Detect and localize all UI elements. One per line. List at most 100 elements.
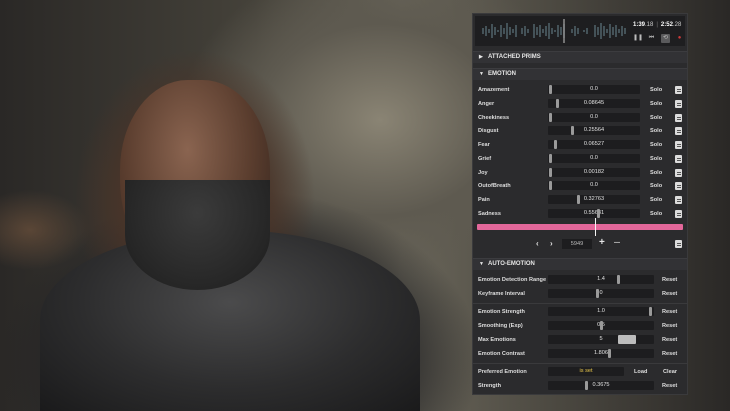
- add-keyframe-button[interactable]: +: [599, 237, 605, 248]
- frame-number-field[interactable]: 5949: [562, 239, 592, 249]
- solo-button[interactable]: Solo: [650, 211, 662, 217]
- solo-button[interactable]: Solo: [650, 128, 662, 134]
- emotion-label: Joy: [478, 170, 488, 176]
- pause-icon[interactable]: ❚❚: [633, 34, 643, 43]
- section-title: AUTO-EMOTION: [488, 261, 535, 267]
- setting-label: Emotion Contrast: [478, 351, 525, 357]
- record-icon[interactable]: ●: [675, 34, 684, 43]
- keyframe-playhead[interactable]: [595, 218, 596, 236]
- solo-button[interactable]: Solo: [650, 197, 662, 203]
- reset-button[interactable]: Reset: [662, 383, 677, 389]
- slider-value: 0.06527: [583, 141, 605, 147]
- emotion-slider[interactable]: 0.0: [548, 113, 640, 122]
- solo-button[interactable]: Solo: [650, 115, 662, 121]
- slider-value: 0: [599, 290, 603, 296]
- character-beard: [125, 180, 270, 290]
- preferred-strength-slider[interactable]: 0.3675: [548, 381, 654, 390]
- lock-icon[interactable]: [675, 195, 682, 204]
- slider-value: 0.0: [590, 114, 598, 120]
- reset-button[interactable]: Reset: [662, 323, 677, 329]
- preferred-strength-row: Strength 0.3675 Reset: [473, 380, 687, 392]
- emotion-label: Pain: [478, 197, 490, 203]
- lock-icon[interactable]: [675, 140, 682, 149]
- section-attached-prims[interactable]: ▶ ATTACHED PRIMS: [473, 51, 687, 63]
- lock-icon[interactable]: [675, 181, 682, 190]
- reset-button[interactable]: Reset: [662, 277, 677, 283]
- frame-number: 5949: [570, 241, 584, 247]
- emotion-slider[interactable]: 0.06527: [548, 140, 640, 149]
- lock-icon[interactable]: [675, 240, 682, 248]
- lock-icon[interactable]: [675, 85, 682, 94]
- slider-thumb[interactable]: [577, 195, 580, 204]
- solo-button[interactable]: Solo: [650, 87, 662, 93]
- slider-thumb[interactable]: [597, 209, 600, 218]
- emotion-contrast-slider[interactable]: 1.806: [548, 349, 654, 358]
- emotion-label: Amazement: [478, 87, 510, 93]
- slider-thumb[interactable]: [549, 154, 552, 163]
- clear-button[interactable]: Clear: [663, 369, 677, 375]
- lock-icon[interactable]: [675, 113, 682, 122]
- emotion-strength-slider[interactable]: 1.0: [548, 307, 654, 316]
- slider-value: 0.3675: [592, 382, 610, 388]
- lock-icon[interactable]: [675, 99, 682, 108]
- solo-button[interactable]: Solo: [650, 183, 662, 189]
- lock-icon[interactable]: [675, 168, 682, 177]
- emotion-label: Disgust: [478, 128, 499, 134]
- slider-thumb[interactable]: [608, 349, 611, 358]
- section-auto-emotion[interactable]: ▼ AUTO-EMOTION: [473, 258, 687, 270]
- solo-button[interactable]: Solo: [650, 170, 662, 176]
- slider-thumb[interactable]: [556, 99, 559, 108]
- emotion-row-fear: Fear 0.06527 Solo: [473, 139, 687, 151]
- total-time-frac: .28: [672, 22, 682, 28]
- waveform[interactable]: [480, 19, 628, 43]
- slider-thumb[interactable]: [649, 307, 652, 316]
- keyframe-interval-slider[interactable]: 0: [548, 289, 654, 298]
- slider-thumb[interactable]: [571, 126, 574, 135]
- prev-keyframe-button[interactable]: ‹: [536, 239, 539, 248]
- lock-icon[interactable]: [675, 209, 682, 218]
- lock-icon[interactable]: [675, 126, 682, 135]
- next-keyframe-button[interactable]: ›: [550, 239, 553, 248]
- load-button[interactable]: Load: [634, 369, 647, 375]
- solo-button[interactable]: Solo: [650, 142, 662, 148]
- slider-thumb[interactable]: [549, 168, 552, 177]
- slider-value: 1.0: [597, 308, 605, 314]
- reset-button[interactable]: Reset: [662, 337, 677, 343]
- emotion-slider[interactable]: 0.0: [548, 154, 640, 163]
- rewind-icon[interactable]: ⏮: [647, 34, 656, 43]
- reset-button[interactable]: Reset: [662, 309, 677, 315]
- remove-keyframe-button[interactable]: —: [614, 240, 620, 246]
- max-emotions-slider[interactable]: 5: [548, 335, 654, 344]
- slider-value: 1.806: [594, 350, 608, 356]
- emotion-slider[interactable]: 0.25564: [548, 126, 640, 135]
- solo-button[interactable]: Solo: [650, 101, 662, 107]
- slider-thumb[interactable]: [554, 140, 557, 149]
- emotion-slider[interactable]: 0.00182: [548, 168, 640, 177]
- reset-button[interactable]: Reset: [662, 351, 677, 357]
- section-title: EMOTION: [488, 71, 516, 77]
- emotion-slider[interactable]: 0.0: [548, 181, 640, 190]
- slider-value: 0.25564: [583, 127, 605, 133]
- slider-thumb[interactable]: [596, 289, 599, 298]
- slider-thumb[interactable]: [600, 321, 603, 330]
- setting-label: Preferred Emotion: [478, 369, 527, 375]
- emotion-slider[interactable]: 0.55631: [548, 209, 640, 218]
- keyframe-track[interactable]: [477, 224, 683, 230]
- audio-timeline[interactable]: 1:39.18 | 2:52.28 ❚❚ ⏮ ⟲ ●: [475, 16, 685, 46]
- solo-button[interactable]: Solo: [650, 156, 662, 162]
- slider-thumb[interactable]: [617, 275, 620, 284]
- smoothing-slider[interactable]: 0.5: [548, 321, 654, 330]
- slider-thumb[interactable]: [549, 113, 552, 122]
- reset-button[interactable]: Reset: [662, 291, 677, 297]
- slider-thumb[interactable]: [549, 85, 552, 94]
- emotion-slider[interactable]: 0.32763: [548, 195, 640, 204]
- emotion-slider[interactable]: 0.0: [548, 85, 640, 94]
- emotion-slider[interactable]: 0.08645: [548, 99, 640, 108]
- slider-thumb[interactable]: [585, 381, 588, 390]
- slider-thumb[interactable]: [549, 181, 552, 190]
- section-emotion[interactable]: ▼ EMOTION: [473, 68, 687, 80]
- lock-icon[interactable]: [675, 154, 682, 163]
- detection-range-slider[interactable]: 1.4: [548, 275, 654, 284]
- loop-icon[interactable]: ⟲: [661, 34, 670, 43]
- slider-thumb[interactable]: [618, 335, 636, 344]
